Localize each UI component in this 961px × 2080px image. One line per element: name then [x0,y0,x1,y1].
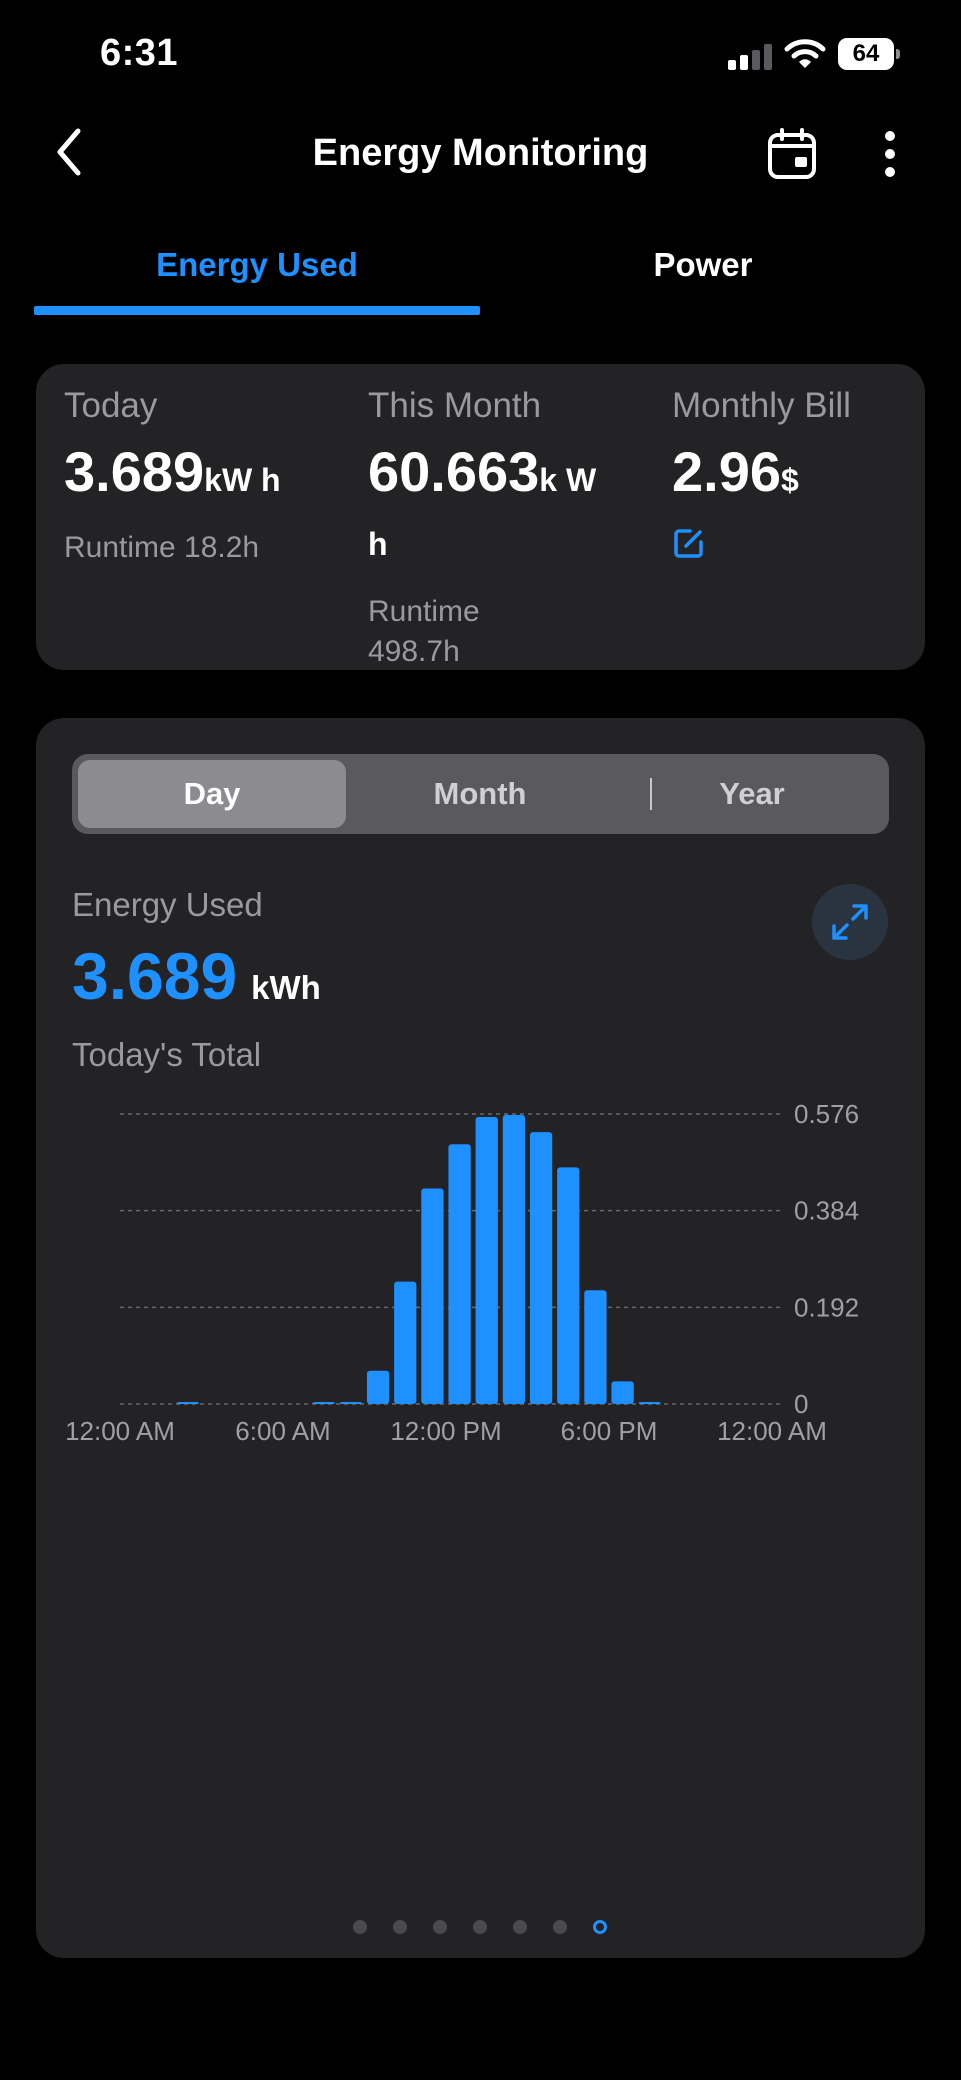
stat-today-unit: kW h [204,462,281,498]
chart-bar [448,1144,471,1404]
stat-today: Today 3.689kW h Runtime 18.2h [64,386,334,568]
chart-bar [312,1402,335,1404]
page-dot[interactable] [593,1920,607,1934]
energy-bar-chart: 0 0.192 0.384 0.576 12:00 AM 6:00 AM 12:00 PM 6… [65,1099,859,1446]
chart-bar [366,1370,390,1404]
stat-month: This Month 60.663k Wh Runtime 498.7h [368,386,608,672]
battery-icon: 64 [838,38,900,70]
edit-icon[interactable] [672,526,706,560]
stat-bill-unit: $ [781,462,799,498]
segment-year[interactable]: Year [618,760,886,828]
more-options-button[interactable] [868,124,912,184]
chart-bar [421,1188,444,1404]
stat-month-runtime: Runtime 498.7h [368,595,480,668]
x-tick-label: 6:00 PM [561,1416,658,1446]
expand-icon [832,904,868,940]
stat-bill-value: 2.96$ [672,440,799,503]
page-dot[interactable] [433,1920,447,1934]
wifi-icon [784,39,826,68]
stat-bill-label: Monthly Bill [672,386,851,425]
tab-power[interactable]: Power [480,230,926,310]
x-tick-label: 12:00 PM [390,1416,501,1446]
calendar-icon [768,128,816,179]
chart-bar [557,1167,580,1404]
chart-bar [176,1402,200,1404]
chart-bar [394,1281,417,1404]
battery-level: 64 [838,38,894,70]
stat-today-value: 3.689kW h [64,440,281,503]
chart-bar [475,1117,498,1404]
y-tick-label: 0.576 [794,1099,859,1129]
page-indicator [36,1920,925,1940]
calendar-button[interactable] [762,124,822,184]
x-tick-label: 12:00 AM [65,1416,175,1446]
page-dot[interactable] [513,1920,527,1934]
tab-energy-used[interactable]: Energy Used [34,230,480,310]
tab-active-indicator [34,306,480,315]
stat-month-label: This Month [368,386,542,425]
status-bar: 6:31 64 [0,0,961,100]
stat-today-label: Today [64,386,158,425]
status-time: 6:31 [100,32,179,74]
chart-bar [339,1402,363,1404]
chart-bar [529,1132,553,1404]
more-vertical-icon [885,131,895,177]
segment-month[interactable]: Month [346,760,614,828]
x-tick-label: 12:00 AM [717,1416,827,1446]
chart-bar [638,1402,661,1404]
nav-bar: Energy Monitoring [0,110,961,200]
page-dot[interactable] [393,1920,407,1934]
energy-used-value: 3.689 kWh [72,939,321,1013]
stat-bill: Monthly Bill 2.96$ [672,386,912,565]
stat-month-value: 60.663k Wh [368,440,597,563]
segment-day[interactable]: Day [78,760,346,828]
stat-today-runtime: Runtime 18.2h [64,531,260,564]
energy-used-unit: kWh [251,969,321,1006]
expand-chart-button[interactable] [812,884,888,960]
chart-bar [584,1290,607,1404]
chart-card: Day Month Year Energy Used 3.689 kWh Toda… [36,718,925,1958]
y-tick-label: 0 [794,1389,808,1419]
page-dot[interactable] [473,1920,487,1934]
cellular-signal-icon [728,44,772,70]
summary-card: Today 3.689kW h Runtime 18.2h This Month… [36,364,925,670]
tab-bar: Energy Used Power [34,230,927,320]
x-tick-label: 6:00 AM [235,1416,330,1446]
page-dot[interactable] [353,1920,367,1934]
y-tick-label: 0.384 [794,1196,859,1226]
chart-bar [611,1381,634,1404]
page-dot[interactable] [553,1920,567,1934]
energy-used-subtitle: Today's Total [72,1036,262,1073]
y-tick-label: 0.192 [794,1292,859,1322]
energy-used-label: Energy Used [72,886,263,923]
chart-bar [502,1115,526,1404]
period-segmented-control: Day Month Year [72,754,889,834]
